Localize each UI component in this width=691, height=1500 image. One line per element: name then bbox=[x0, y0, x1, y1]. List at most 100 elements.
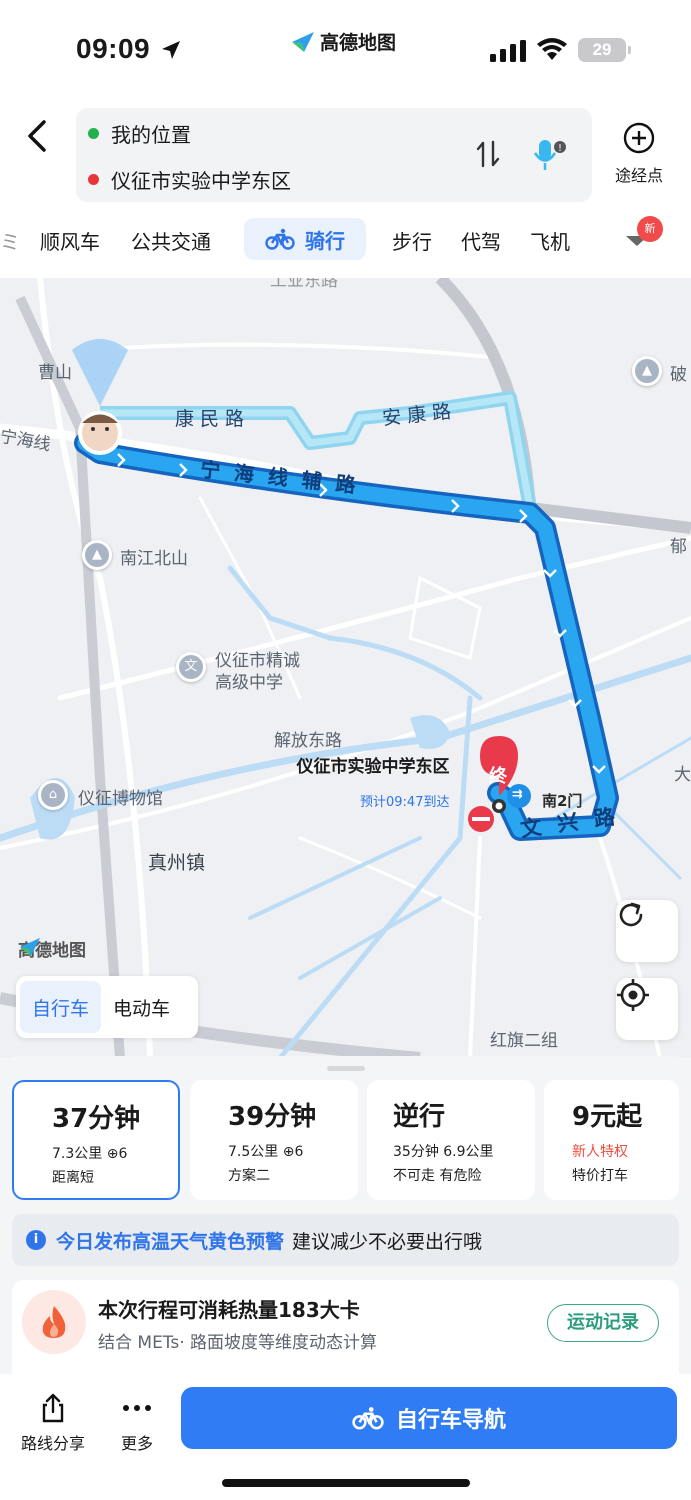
voice-mic-icon[interactable]: ! bbox=[532, 138, 568, 172]
more-button[interactable]: 更多 bbox=[114, 1392, 160, 1454]
tab-chauffeur[interactable]: 代驾 bbox=[461, 226, 501, 255]
share-icon bbox=[42, 1393, 64, 1423]
more-dots-icon bbox=[123, 1405, 151, 1411]
origin-field[interactable]: 我的位置 bbox=[88, 118, 191, 148]
destination-callout-name: 仪征市实验中学东区 bbox=[296, 757, 450, 777]
map-logo: 高德地图 bbox=[18, 936, 86, 961]
weather-alert-banner[interactable]: i 今日发布高温天气黄色预警 建议减少不必要出行哦 bbox=[12, 1214, 679, 1266]
plan-1-duration: 37分钟 bbox=[52, 1104, 141, 1134]
plan-1-distance: 7.3公里 ⊕6 bbox=[52, 1146, 128, 1162]
amap-logo-icon bbox=[292, 31, 314, 52]
destination-dot-icon bbox=[88, 173, 99, 185]
origin-dot-icon bbox=[88, 127, 99, 139]
tab-flight[interactable]: 飞机 bbox=[530, 226, 570, 255]
destination-field[interactable]: 仪征市实验中学东区 bbox=[88, 164, 291, 194]
vehicle-type-switch: 自行车 电动车 bbox=[16, 976, 198, 1038]
share-route-button[interactable]: 路线分享 bbox=[18, 1392, 88, 1454]
share-route-label: 路线分享 bbox=[20, 1434, 85, 1453]
vehicle-bicycle-option[interactable]: 自行车 bbox=[20, 981, 102, 1033]
swap-route-icon[interactable] bbox=[474, 140, 502, 168]
start-navigation-button[interactable]: 自行车导航 bbox=[181, 1387, 677, 1449]
route-input-box: 我的位置 仪征市实验中学东区 ! bbox=[76, 108, 592, 202]
vehicle-ebike-option[interactable]: 电动车 bbox=[101, 981, 182, 1033]
home-indicator[interactable] bbox=[222, 1479, 470, 1487]
end-marker-label: 终 bbox=[489, 766, 507, 787]
mountain-poi-icon-2[interactable]: ▲ bbox=[632, 356, 662, 386]
tab-carpool[interactable]: 顺风车 bbox=[40, 226, 100, 255]
plan-card-2[interactable]: 39分钟 7.5公里 ⊕6 方案二 bbox=[190, 1080, 358, 1200]
map-label-jingcheng-2: 高级中学 bbox=[215, 673, 283, 693]
add-circle-icon bbox=[623, 122, 655, 154]
status-time: 09:09 bbox=[76, 33, 151, 64]
origin-text: 我的位置 bbox=[111, 122, 191, 147]
amap-logo-icon bbox=[19, 937, 41, 957]
tab-cycling-label: 骑行 bbox=[305, 228, 345, 253]
taxi-tag: 特价打车 bbox=[572, 1168, 628, 1184]
refresh-button[interactable] bbox=[616, 900, 678, 962]
info-icon: i bbox=[26, 1230, 46, 1250]
start-navigation-label: 自行车导航 bbox=[395, 1408, 506, 1433]
mountain-poi-icon[interactable]: ▲ bbox=[82, 540, 112, 570]
map-label-nanjiang: 南江北山 bbox=[120, 549, 188, 569]
bicycle-icon bbox=[265, 228, 295, 250]
plan-1-tag: 距离短 bbox=[52, 1170, 94, 1186]
plan-card-taxi[interactable]: 9元起 新人特权 特价打车 bbox=[544, 1080, 679, 1200]
destination-eta: 预计09:47到达 bbox=[360, 795, 450, 810]
map-canvas bbox=[0, 278, 691, 1058]
museum-poi-icon[interactable]: ⌂ bbox=[38, 780, 68, 810]
plan-3-distance: 35分钟 6.9公里 bbox=[393, 1144, 494, 1160]
svg-text:!: ! bbox=[558, 143, 562, 154]
plan-3-warning: 不可走 有危险 bbox=[393, 1168, 482, 1184]
tab-transit[interactable]: 公共交通 bbox=[131, 226, 211, 255]
new-badge: 新 bbox=[637, 216, 663, 242]
destination-text: 仪征市实验中学东区 bbox=[111, 168, 291, 193]
tab-cycling[interactable]: 骑行 bbox=[244, 218, 366, 260]
signal-icon bbox=[490, 40, 526, 62]
transport-mode-tabs: ミ 顺风车 公共交通 骑行 步行 代驾 飞机 bbox=[0, 214, 691, 264]
map-label-po: 破 bbox=[670, 365, 687, 385]
map-label-top-road: 工业东路 bbox=[270, 278, 338, 291]
plan-card-3[interactable]: 逆行 35分钟 6.9公里 不可走 有危险 bbox=[367, 1080, 535, 1200]
plan-2-distance: 7.5公里 ⊕6 bbox=[228, 1144, 304, 1160]
wifi-icon bbox=[537, 38, 567, 60]
destination-callout[interactable]: 仪征市实验中学东区 预计09:47到达 bbox=[290, 752, 449, 810]
crosshair-icon bbox=[617, 979, 649, 1011]
map-view[interactable]: 工业东路 曹山 宁海线 康民路 安康路 宁海线辅路 ▲ 南江北山 文 仪征市精诚… bbox=[0, 278, 691, 1058]
school-poi-icon[interactable]: 文 bbox=[176, 652, 206, 682]
map-label-caoshan: 曹山 bbox=[38, 363, 72, 383]
app-badge: 高德地图 bbox=[290, 28, 396, 55]
waypoint-label: 途经点 bbox=[614, 166, 663, 185]
route-header: 我的位置 仪征市实验中学东区 ! 途经点 ミ 顺风车 公共交通 骑行 步行 代驾… bbox=[0, 100, 691, 278]
status-bar: 09:09 高德地图 29 bbox=[0, 0, 691, 100]
tab-walk[interactable]: 步行 bbox=[392, 226, 432, 255]
app-badge-name: 高德地图 bbox=[320, 32, 397, 54]
taxi-price: 9元起 bbox=[572, 1102, 643, 1132]
tab-scrolled-edge: ミ bbox=[0, 230, 20, 254]
location-arrow-icon bbox=[162, 41, 180, 59]
alert-highlight: 今日发布高温天气黄色预警 bbox=[56, 1230, 285, 1253]
exercise-record-button[interactable]: 运动记录 bbox=[547, 1304, 659, 1342]
bike-parking-icon: ⇉ bbox=[512, 787, 523, 802]
sheet-drag-handle[interactable] bbox=[327, 1066, 365, 1071]
bicycle-icon bbox=[352, 1407, 384, 1430]
locate-button[interactable] bbox=[616, 978, 678, 1040]
map-label-museum: 仪征博物馆 bbox=[78, 789, 163, 809]
bottom-action-bar: 路线分享 更多 自行车导航 bbox=[0, 1374, 691, 1500]
more-label: 更多 bbox=[120, 1434, 153, 1453]
calorie-subtitle: 结合 METs· 路面坡度等维度动态计算 bbox=[98, 1333, 378, 1353]
back-arrow-icon[interactable] bbox=[22, 118, 52, 154]
map-label-jiefang: 解放东路 bbox=[274, 731, 342, 751]
alert-text: 建议减少不必要出行哦 bbox=[292, 1230, 483, 1253]
fire-icon bbox=[22, 1290, 86, 1354]
map-label-da: 大 bbox=[674, 765, 691, 785]
map-label-yu: 郁 bbox=[670, 537, 687, 557]
map-label-zhenzhou: 真州镇 bbox=[148, 852, 206, 874]
plan-card-1[interactable]: 37分钟 7.3公里 ⊕6 距离短 bbox=[12, 1080, 180, 1200]
plan-2-tag: 方案二 bbox=[228, 1168, 270, 1184]
calorie-title: 本次行程可消耗热量183大卡 bbox=[98, 1298, 360, 1322]
waypoint-button[interactable]: 途经点 bbox=[608, 122, 670, 186]
taxi-promo: 新人特权 bbox=[572, 1144, 628, 1160]
refresh-icon bbox=[619, 902, 643, 927]
plan-2-duration: 39分钟 bbox=[228, 1102, 317, 1132]
map-label-kangmin: 康民路 bbox=[175, 408, 251, 430]
